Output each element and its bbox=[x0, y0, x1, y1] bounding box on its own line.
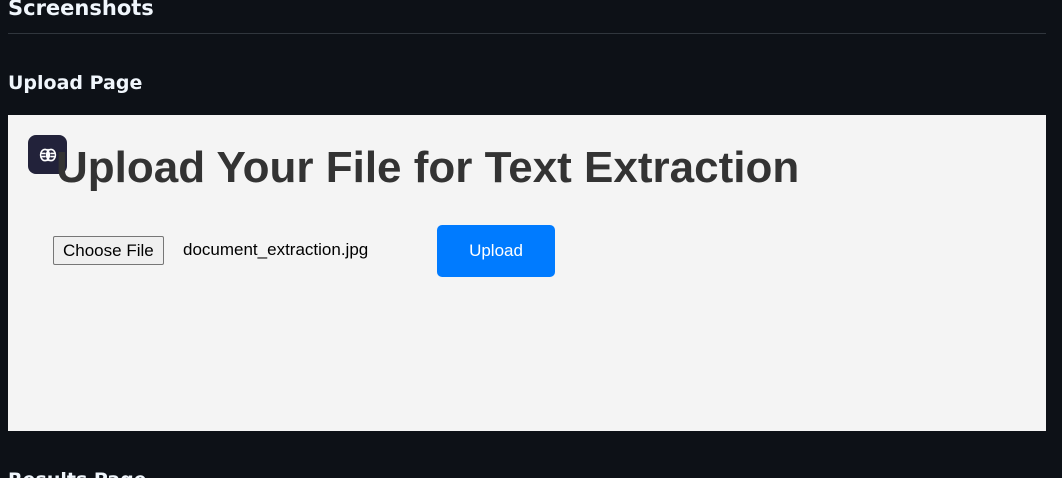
upload-page-heading: Upload Page bbox=[8, 72, 143, 94]
upload-page-screenshot: Upload Your File for Text Extraction Cho… bbox=[8, 115, 1046, 431]
readme-page: Screenshots Upload Page Upload Your File… bbox=[0, 0, 1062, 478]
brain-icon bbox=[39, 148, 56, 161]
selected-file-name: document_extraction.jpg bbox=[183, 240, 369, 259]
choose-file-button[interactable]: Choose File bbox=[53, 236, 164, 265]
results-page-heading: Results Page bbox=[8, 468, 147, 478]
heading-divider bbox=[8, 33, 1046, 34]
section-heading: Screenshots bbox=[8, 0, 154, 20]
upload-page-title: Upload Your File for Text Extraction bbox=[56, 143, 800, 192]
upload-button[interactable]: Upload bbox=[437, 225, 555, 277]
